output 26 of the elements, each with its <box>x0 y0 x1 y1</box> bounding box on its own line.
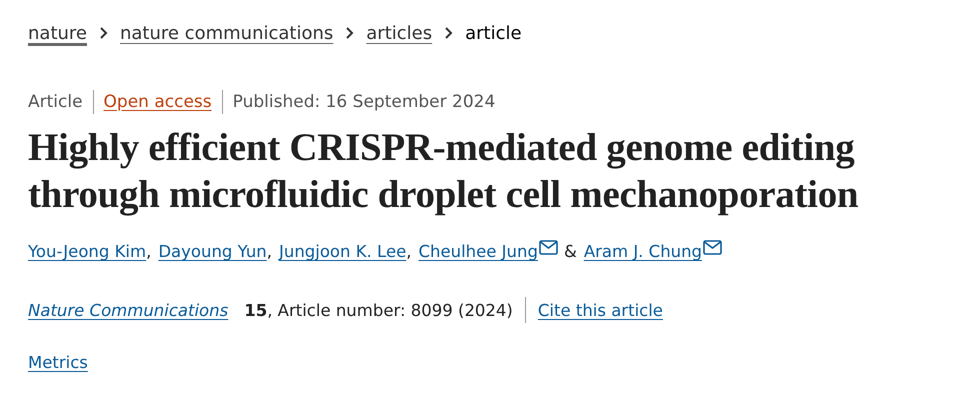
breadcrumb-link[interactable]: articles <box>366 22 432 44</box>
cite-link[interactable]: Cite this article <box>538 300 663 320</box>
author-separator: , <box>146 242 152 261</box>
breadcrumb-link[interactable]: nature <box>28 22 87 44</box>
published-date: Published: 16 September 2024 <box>232 92 496 112</box>
chevron-icon <box>345 26 354 40</box>
article-type: Article <box>28 92 83 112</box>
author-separator: & <box>564 242 577 261</box>
author-link[interactable]: Cheulhee Jung <box>418 242 538 261</box>
breadcrumb-current: article <box>465 22 522 44</box>
chevron-icon <box>98 26 108 40</box>
author-link[interactable]: Jungjoon K. Lee <box>279 242 406 261</box>
chevron-icon <box>444 26 454 40</box>
author-separator: , <box>406 242 412 261</box>
citation-details: 15, Article number: 8099 (2024) <box>244 300 513 320</box>
mail-icon[interactable] <box>703 240 722 255</box>
author-link[interactable]: Dayoung Yun <box>158 242 267 261</box>
journal-link[interactable]: Nature Communications <box>28 300 228 320</box>
author-link[interactable]: You-Jeong Kim <box>28 242 146 261</box>
author-separator: , <box>266 242 272 261</box>
article-title: Highly efficient CRISPR-mediated genome editing through microfluidic droplet cell mechanoporation <box>28 125 860 218</box>
breadcrumb-link[interactable]: nature communications <box>120 22 334 44</box>
author-link[interactable]: Aram J. Chung <box>584 242 702 261</box>
open-access-link[interactable]: Open access <box>104 92 212 112</box>
metrics-link[interactable]: Metrics <box>28 353 88 372</box>
mail-icon[interactable] <box>538 240 558 255</box>
